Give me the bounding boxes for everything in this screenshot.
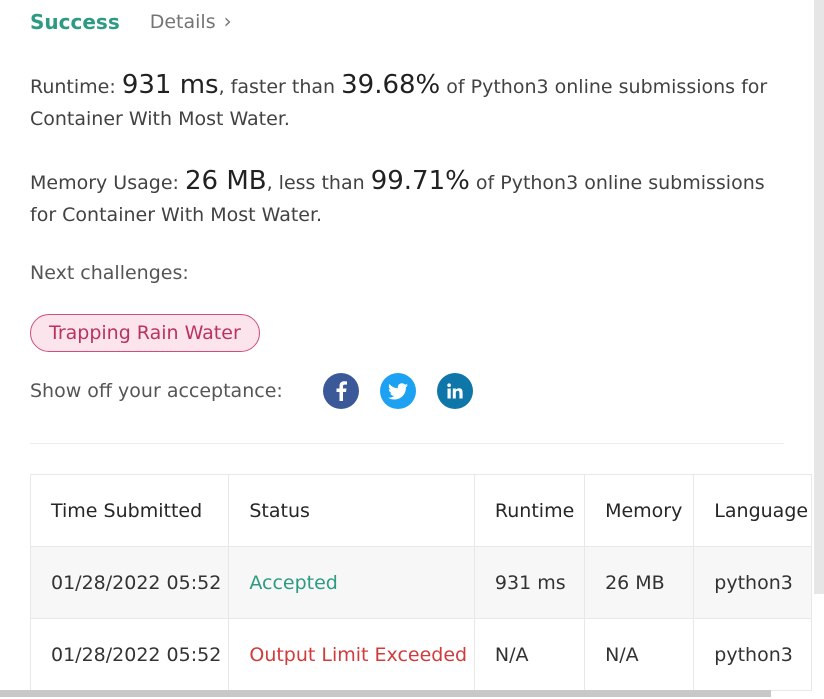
runtime-percent: 39.68%	[341, 70, 441, 100]
section-divider	[30, 443, 784, 444]
share-row: Show off your acceptance:	[30, 372, 494, 410]
horizontal-scrollbar[interactable]	[0, 690, 771, 697]
result-status-title: Success	[30, 10, 120, 34]
table-row[interactable]: 01/28/2022 05:52 Output Limit Exceeded N…	[29, 618, 812, 691]
column-header-time[interactable]: Time Submitted	[29, 474, 230, 547]
share-label: Show off your acceptance:	[30, 380, 283, 402]
column-header-memory[interactable]: Memory	[584, 474, 695, 547]
result-header: Success Details ›	[30, 7, 232, 37]
column-header-runtime[interactable]: Runtime	[473, 474, 586, 547]
submissions-table: Time Submitted Status Runtime Memory Lan…	[29, 474, 812, 691]
submission-result-page: Success Details › Runtime: 931 ms, faste…	[0, 0, 812, 699]
table-header-row: Time Submitted Status Runtime Memory Lan…	[29, 474, 812, 547]
cell-language: python3	[693, 618, 812, 691]
runtime-stat: Runtime: 931 ms, faster than 39.68% of P…	[30, 69, 790, 135]
memory-stat: Memory Usage: 26 MB, less than 99.71% of…	[30, 165, 790, 231]
memory-value: 26 MB	[184, 166, 267, 196]
facebook-icon[interactable]	[322, 373, 359, 409]
cell-time: 01/28/2022 05:52	[29, 546, 230, 619]
details-link[interactable]: Details ›	[150, 11, 232, 33]
runtime-label: Runtime:	[30, 76, 116, 98]
challenge-trapping-rain-water[interactable]: Trapping Rain Water	[30, 314, 260, 352]
cell-memory: N/A	[584, 618, 695, 691]
chevron-right-icon: ›	[223, 9, 232, 33]
next-challenges-label: Next challenges:	[30, 262, 189, 284]
share-icons	[322, 373, 494, 409]
table-row[interactable]: 01/28/2022 05:52 Accepted 931 ms 26 MB p…	[29, 546, 812, 619]
column-header-status[interactable]: Status	[228, 474, 475, 547]
vertical-scrollbar[interactable]	[814, 0, 824, 594]
twitter-icon[interactable]	[379, 373, 416, 409]
linkedin-icon[interactable]	[436, 373, 473, 409]
details-label: Details	[149, 11, 216, 33]
runtime-value: 931 ms	[121, 70, 219, 100]
cell-status-link[interactable]: Accepted	[228, 546, 475, 619]
memory-percent: 99.71%	[370, 166, 470, 196]
cell-runtime: N/A	[473, 618, 586, 691]
cell-language: python3	[693, 546, 812, 619]
cell-runtime: 931 ms	[473, 546, 586, 619]
cell-memory: 26 MB	[584, 546, 695, 619]
runtime-comparator: , faster than	[218, 76, 336, 98]
memory-comparator: , less than	[266, 172, 365, 194]
memory-label: Memory Usage:	[30, 172, 179, 194]
cell-status-link[interactable]: Output Limit Exceeded	[228, 618, 475, 691]
cell-time: 01/28/2022 05:52	[29, 618, 230, 691]
column-header-language[interactable]: Language	[693, 474, 812, 547]
